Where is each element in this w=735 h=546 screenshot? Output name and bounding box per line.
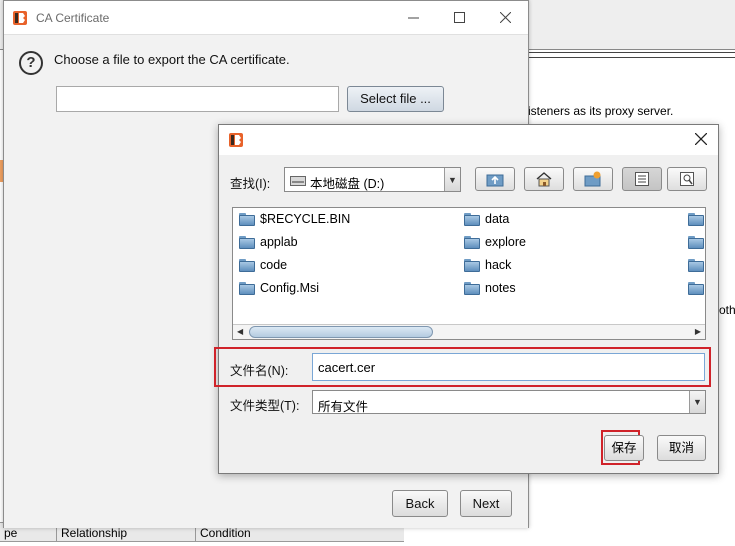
folder-icon	[239, 281, 255, 295]
folder-icon	[239, 235, 255, 249]
file-name: data	[485, 212, 510, 226]
file-name: hack	[485, 258, 512, 272]
file-name: applab	[260, 235, 298, 249]
folder-icon	[464, 235, 480, 249]
cancel-button[interactable]: 取消	[657, 435, 706, 461]
dialog-close-button[interactable]	[692, 130, 710, 148]
scrollbar-thumb[interactable]	[249, 326, 433, 338]
truncated-text: oth	[719, 303, 735, 317]
burp-app-icon	[12, 10, 28, 26]
file-list[interactable]: $RECYCLE.BIN applab code Config.Msi data…	[232, 207, 706, 340]
filename-value: cacert.cer	[318, 360, 376, 375]
file-name: Config.Msi	[260, 281, 320, 295]
export-path-input[interactable]	[56, 86, 339, 112]
list-item[interactable]: code	[239, 255, 287, 275]
maximize-button[interactable]	[436, 1, 482, 34]
look-in-combo[interactable]: 本地磁盘 (D:) ▼	[284, 167, 461, 192]
wizard-prompt: Choose a file to export the CA certifica…	[54, 52, 290, 67]
dialog-title-bar	[219, 125, 718, 155]
next-button[interactable]: Next	[460, 490, 512, 517]
folder-icon	[464, 281, 480, 295]
filetype-label: 文件类型(T):	[230, 399, 300, 413]
folder-icon	[688, 281, 704, 295]
look-in-label: 查找(I):	[230, 177, 271, 191]
folder-icon	[688, 212, 704, 226]
filename-label: 文件名(N):	[230, 364, 289, 378]
filename-input[interactable]: cacert.cer	[312, 353, 705, 381]
up-folder-button[interactable]	[475, 167, 515, 191]
save-button[interactable]: 保存	[604, 435, 644, 461]
save-file-dialog: 查找(I): 本地磁盘 (D:) ▼ $RECYCLE.BIN applab c…	[214, 124, 719, 474]
file-name: code	[260, 258, 288, 272]
look-in-value: 本地磁盘 (D:)	[310, 177, 385, 191]
list-item[interactable]: $RECYCLE.BIN	[239, 209, 350, 229]
window-controls	[390, 1, 528, 34]
chevron-down-icon: ▼	[444, 168, 460, 191]
file-name: $RECYCLE.BIN	[260, 212, 351, 226]
new-folder-button[interactable]	[573, 167, 613, 191]
folder-icon	[239, 212, 255, 226]
up-folder-icon	[486, 174, 504, 187]
list-item[interactable]: data	[464, 209, 509, 229]
close-icon	[694, 132, 708, 146]
title-bar: CA Certificate	[4, 1, 528, 34]
list-view-icon	[635, 172, 649, 186]
divider	[528, 57, 735, 58]
minimize-button[interactable]	[390, 1, 436, 34]
scroll-left-icon[interactable]: ◀	[237, 327, 243, 336]
folder-icon	[464, 258, 480, 272]
filetype-value: 所有文件	[318, 400, 369, 414]
list-item[interactable]: notes	[464, 278, 516, 298]
horizontal-scrollbar[interactable]: ◀ ▶	[233, 324, 705, 339]
list-item[interactable]	[688, 255, 705, 275]
scroll-right-icon[interactable]: ▶	[695, 327, 701, 336]
minimize-icon	[407, 17, 419, 19]
new-folder-icon	[584, 171, 601, 187]
burp-app-icon	[228, 132, 244, 148]
list-item[interactable]	[688, 209, 705, 229]
list-item[interactable]: hack	[464, 255, 511, 275]
list-item[interactable]	[688, 278, 705, 298]
file-name: explore	[485, 235, 526, 249]
folder-icon	[464, 212, 480, 226]
home-button[interactable]	[524, 167, 564, 191]
folder-icon	[239, 258, 255, 272]
close-button[interactable]	[482, 1, 528, 34]
home-icon	[536, 172, 552, 187]
chevron-down-icon: ▼	[689, 391, 705, 413]
details-view-icon	[680, 172, 694, 186]
filetype-combo[interactable]: 所有文件 ▼	[312, 390, 706, 414]
folder-icon	[688, 258, 704, 272]
list-view-button[interactable]	[622, 167, 662, 191]
file-name: notes	[485, 281, 516, 295]
window-title: CA Certificate	[36, 10, 110, 25]
drive-icon	[290, 176, 306, 186]
maximize-icon	[453, 12, 465, 23]
select-file-button[interactable]: Select file ...	[347, 86, 444, 112]
list-item[interactable]: applab	[239, 232, 298, 252]
list-item[interactable]: Config.Msi	[239, 278, 319, 298]
proxy-description-text: isteners as its proxy server.	[528, 104, 674, 118]
divider	[528, 52, 735, 53]
folder-icon	[688, 235, 704, 249]
list-item[interactable]: explore	[464, 232, 526, 252]
list-item[interactable]	[688, 232, 705, 252]
back-button[interactable]: Back	[392, 490, 448, 517]
question-icon: ?	[19, 51, 43, 75]
details-view-button[interactable]	[667, 167, 707, 191]
close-icon	[499, 12, 511, 23]
